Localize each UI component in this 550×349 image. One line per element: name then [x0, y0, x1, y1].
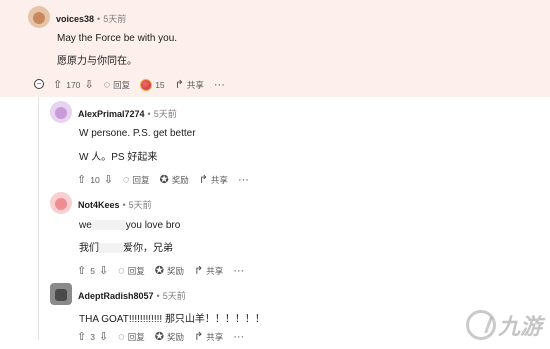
action-bar: ⇧ 3 ⇩ ◌ 回复 ✪ 奖励 ↱ 共享 ··· [77, 329, 254, 345]
comment-author-line: AlexPrimal7274 • 5天前 [78, 109, 177, 119]
upvote-arrow-icon[interactable]: ⇧ [77, 174, 86, 186]
downvote-arrow-icon[interactable]: ⇩ [99, 265, 108, 277]
action-bar: ⇧ 10 ⇩ ◌ 回复 ✪ 奖励 ↱ 共享 ··· [77, 172, 259, 188]
more-options-button[interactable]: ··· [213, 78, 225, 91]
comment-author-line: AdeptRadish8057 • 5天前 [78, 291, 186, 301]
ellipsis-icon: ··· [213, 78, 225, 91]
comment-not4kees: Not4Kees • 5天前 we you love bro 我们 爱你，兄弟 ⇧ 5 … [0, 190, 550, 281]
award-ribbon-icon: ✪ [154, 330, 164, 343]
comment-text-en: we you love bro [79, 220, 181, 231]
avatar[interactable] [50, 192, 72, 214]
reply-button[interactable]: ◌ 回复 [123, 174, 150, 186]
redaction-block [99, 243, 123, 254]
author-name[interactable]: AdeptRadish8057 [78, 291, 154, 301]
action-bar: ⇧ 5 ⇩ ◌ 回复 ✪ 奖励 ↱ 共享 ··· [77, 263, 254, 279]
vote-count: 10 [90, 175, 100, 185]
vote-group: ⇧ 170 ⇩ [53, 79, 94, 91]
vote-group: ⇧ 5 ⇩ [77, 265, 108, 277]
avatar[interactable] [50, 101, 72, 123]
avatar[interactable] [28, 6, 50, 28]
watermark-text: 九游 [497, 315, 542, 340]
speech-bubble-icon: ◌ [118, 264, 125, 277]
share-button[interactable]: ↱ 共享 [194, 265, 223, 277]
comment-text-en: May the Force be with you. [57, 33, 178, 44]
comment-text: THA GOAT!!!!!!!!!!!! 那只山羊！！！！！！ [79, 314, 265, 325]
author-name[interactable]: AlexPrimal7274 [78, 109, 145, 119]
ellipsis-icon: ··· [233, 264, 245, 277]
avatar[interactable] [50, 283, 72, 305]
timestamp: 5天前 [128, 200, 152, 210]
author-name[interactable]: Not4Kees [78, 200, 120, 210]
comment-text-en: W persone. P.S. get better [79, 128, 196, 139]
downvote-arrow-icon[interactable]: ⇩ [104, 174, 113, 186]
ellipsis-icon: ··· [237, 173, 249, 186]
comment-text-zh: 愿原力与你同在。 [57, 56, 137, 67]
share-arrow-icon: ↱ [174, 78, 184, 91]
comment-text-zh: W 人。PS 好起来 [79, 152, 158, 163]
comment-alexprimal7274: AlexPrimal7274 • 5天前 W persone. P.S. get b… [0, 97, 550, 190]
downvote-arrow-icon[interactable]: ⇩ [99, 331, 108, 343]
award-badge-icon [140, 79, 153, 91]
more-options-button[interactable]: ··· [233, 264, 245, 277]
award-ribbon-icon: ✪ [154, 264, 164, 277]
timestamp: 5天前 [153, 109, 177, 119]
timestamp: 5天前 [103, 14, 127, 24]
comment-author-line: voices38 • 5天前 [56, 14, 127, 24]
award-button[interactable]: ✪ 奖励 [159, 174, 188, 186]
reply-button[interactable]: ◌ 回复 [118, 331, 145, 343]
speech-bubble-icon: ◌ [118, 330, 125, 343]
author-name[interactable]: voices38 [56, 14, 94, 24]
vote-count: 5 [90, 266, 95, 276]
share-arrow-icon: ↱ [193, 330, 204, 343]
redaction-block [91, 220, 126, 231]
upvote-arrow-icon[interactable]: ⇧ [77, 331, 86, 343]
action-bar: ⇧ 170 ⇩ ◌ 回复 15 ↱ 共享 ··· [53, 77, 235, 93]
reply-button[interactable]: ◌ 回复 [104, 79, 131, 91]
comment-author-line: Not4Kees • 5天前 [78, 200, 152, 210]
share-button[interactable]: ↱ 共享 [175, 79, 204, 91]
vote-group: ⇧ 3 ⇩ [77, 331, 108, 343]
award-ribbon-icon: ✪ [159, 173, 169, 186]
speech-bubble-icon: ◌ [103, 78, 111, 91]
comment-text-zh: 我们 爱你，兄弟 [79, 243, 173, 254]
ellipsis-icon: ··· [233, 330, 245, 343]
watermark: 九游 [465, 309, 542, 341]
share-arrow-icon: ↱ [193, 264, 204, 277]
share-button[interactable]: ↱ 共享 [194, 331, 223, 343]
more-options-button[interactable]: ··· [233, 330, 245, 343]
award-button[interactable]: ✪ 奖励 [155, 265, 184, 277]
award-button[interactable]: ✪ 奖励 [155, 331, 184, 343]
downvote-arrow-icon[interactable]: ⇩ [84, 79, 93, 91]
reply-button[interactable]: ◌ 回复 [118, 265, 145, 277]
timestamp: 5天前 [162, 291, 186, 301]
comment-voices38: voices38 • 5天前 May the Force be with you. … [0, 0, 550, 97]
speech-bubble-icon: ◌ [122, 173, 130, 186]
award-button[interactable]: 15 [140, 79, 165, 91]
vote-count: 170 [66, 80, 81, 90]
upvote-arrow-icon[interactable]: ⇧ [77, 265, 86, 277]
share-button[interactable]: ↱ 共享 [199, 174, 228, 186]
vote-group: ⇧ 10 ⇩ [77, 174, 113, 186]
watermark-logo-icon [465, 310, 496, 340]
vote-count: 3 [90, 332, 95, 342]
collapse-thread-button[interactable]: − [34, 79, 44, 89]
share-arrow-icon: ↱ [198, 173, 208, 186]
upvote-arrow-icon[interactable]: ⇧ [53, 79, 62, 91]
more-options-button[interactable]: ··· [237, 173, 249, 186]
